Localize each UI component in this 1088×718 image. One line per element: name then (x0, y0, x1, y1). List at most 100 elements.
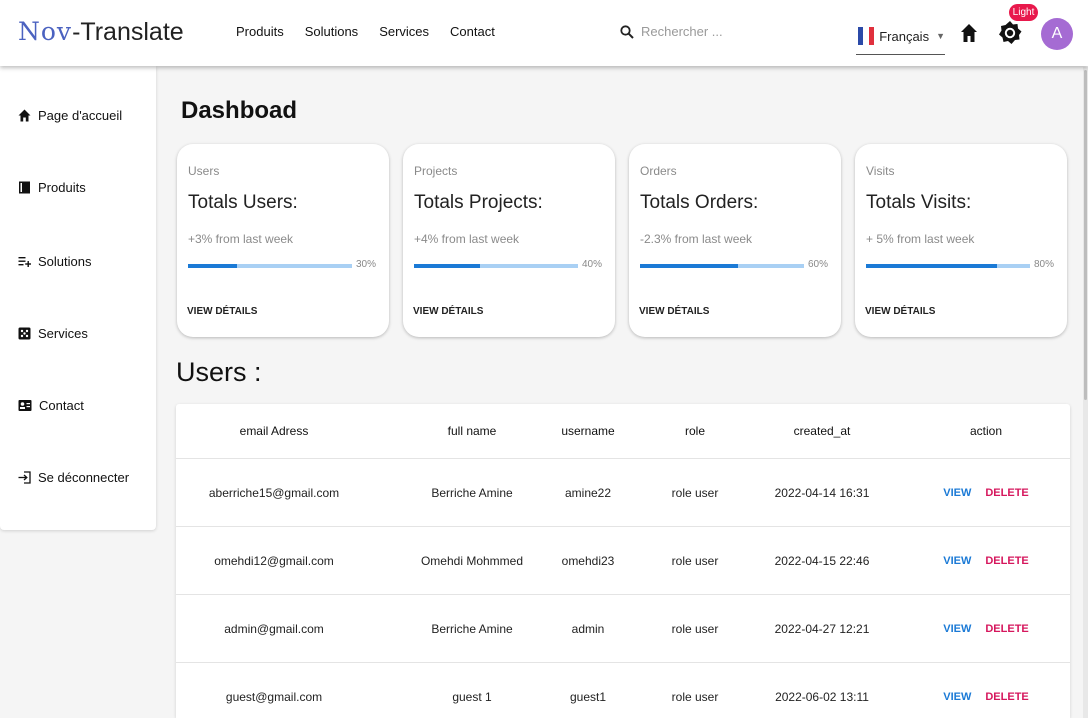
card-title: Totals Orders: (640, 192, 759, 213)
sidebar-item-label: Solutions (38, 254, 92, 269)
progress-fill (640, 264, 739, 268)
cell-role: role user (671, 485, 719, 500)
cell-email: omehdi12@gmail.com (214, 553, 334, 568)
cell-email: guest@gmail.com (225, 690, 323, 704)
column-header-role: role (684, 424, 705, 438)
card-title: Totals Users: (188, 192, 298, 213)
app-logo[interactable]: Nov-Translate (18, 16, 184, 48)
home-icon (18, 109, 31, 122)
view-details-button[interactable]: VIEW DÉTAILS (639, 306, 709, 317)
progress-percent: 40% (581, 259, 602, 270)
nav-link-produits[interactable]: Produits (236, 24, 284, 39)
users-table: email Adress full name username role cre… (176, 404, 1070, 718)
scrollbar-thumb[interactable] (1084, 70, 1087, 400)
delete-button[interactable]: DELETE (985, 487, 1028, 499)
page-title: Dashboad (181, 97, 298, 124)
search-bar (620, 24, 801, 39)
progress-fill (414, 264, 480, 268)
sidebar-item-label: Page d'accueil (38, 108, 123, 123)
table-row: omehdi12@gmail.com Omehdi Mohmmed omehdi… (176, 527, 1070, 595)
top-nav: Produits Solutions Services Contact (236, 24, 495, 39)
progress-bar (414, 264, 578, 268)
card-title: Totals Visits: (866, 192, 972, 213)
cell-created-at: 2022-06-02 13:11 (775, 690, 869, 704)
delete-button[interactable]: DELETE (985, 623, 1028, 635)
france-flag-icon (858, 27, 875, 45)
search-input[interactable] (641, 24, 801, 39)
stat-card-users: Users Totals Users: +3% from last week 3… (177, 144, 389, 337)
sidebar-item-accueil[interactable]: Page d'accueil (18, 108, 122, 123)
view-details-button[interactable]: VIEW DÉTAILS (187, 306, 257, 317)
cell-role: role user (671, 553, 719, 568)
playlist-add-icon (18, 257, 31, 267)
card-label: Orders (640, 164, 677, 178)
book-icon (19, 181, 30, 194)
logo-text-translate: -Translate (72, 18, 184, 46)
language-select[interactable]: Français ▼ (856, 18, 945, 55)
cell-created-at: 2022-04-14 16:31 (774, 485, 870, 500)
cell-username: amine22 (564, 485, 612, 500)
sidebar-item-label: Produits (38, 180, 86, 195)
cell-username: admin (571, 621, 605, 636)
search-icon[interactable] (620, 24, 634, 39)
cell-created-at: 2022-04-27 12:21 (774, 621, 870, 636)
cell-username: guest1 (569, 690, 607, 704)
delete-button[interactable]: DELETE (985, 555, 1028, 567)
nav-link-solutions[interactable]: Solutions (305, 24, 358, 39)
brightness-icon[interactable] (998, 20, 1022, 46)
cell-role: role user (671, 621, 719, 636)
sidebar-item-contact[interactable]: Contact (18, 398, 84, 413)
cell-email: admin@gmail.com (224, 621, 324, 636)
card-title: Totals Projects: (414, 192, 543, 213)
view-button[interactable]: VIEW (943, 691, 971, 703)
sidebar-item-produits[interactable]: Produits (18, 180, 86, 195)
column-header-created-at: created_at (793, 424, 851, 438)
top-app-bar: Nov-Translate Produits Solutions Service… (0, 0, 1088, 66)
card-subtitle: -2.3% from last week (640, 232, 753, 246)
cell-actions: VIEW DELETE (936, 527, 1036, 594)
sidebar-item-label: Services (38, 326, 88, 341)
view-button[interactable]: VIEW (943, 487, 971, 499)
card-subtitle: +4% from last week (414, 232, 520, 246)
sidebar-item-services[interactable]: Services (18, 326, 88, 341)
progress-percent: 60% (807, 259, 828, 270)
cell-actions: VIEW DELETE (936, 595, 1036, 662)
card-label: Users (188, 164, 220, 178)
dice-icon (18, 327, 31, 340)
progress-bar (188, 264, 352, 268)
progress-percent: 30% (355, 259, 376, 270)
view-details-button[interactable]: VIEW DÉTAILS (413, 306, 483, 317)
card-subtitle: +3% from last week (188, 232, 294, 246)
sidebar-item-label: Contact (39, 398, 84, 413)
table-row: aberriche15@gmail.com Berriche Amine ami… (176, 459, 1070, 527)
home-icon[interactable] (960, 23, 978, 43)
stat-card-orders: Orders Totals Orders: -2.3% from last we… (629, 144, 841, 337)
nav-link-contact[interactable]: Contact (450, 24, 495, 39)
column-header-action: action (969, 424, 1003, 438)
users-section-title: Users : (176, 357, 262, 387)
sidebar: Page d'accueil Produits Solutions Servic… (0, 66, 156, 530)
avatar[interactable]: A (1041, 18, 1073, 50)
view-button[interactable]: VIEW (943, 555, 971, 567)
view-button[interactable]: VIEW (943, 623, 971, 635)
cell-email: aberriche15@gmail.com (208, 485, 340, 500)
table-header-row: email Adress full name username role cre… (176, 404, 1070, 459)
nav-link-services[interactable]: Services (379, 24, 429, 39)
column-header-username: username (561, 424, 615, 438)
stat-card-visits: Visits Totals Visits: + 5% from last wee… (855, 144, 1067, 337)
table-row: guest@gmail.com guest 1 guest1 role user… (176, 663, 1070, 718)
progress-bar (866, 264, 1030, 268)
sidebar-item-solutions[interactable]: Solutions (18, 254, 91, 269)
card-label: Projects (414, 164, 458, 178)
sidebar-item-deconnecter[interactable]: Se déconnecter (18, 470, 129, 485)
delete-button[interactable]: DELETE (985, 691, 1028, 703)
cell-role: role user (671, 690, 719, 704)
view-details-button[interactable]: VIEW DÉTAILS (865, 306, 935, 317)
logo-text-nov: Nov (18, 17, 73, 46)
logout-icon (18, 471, 31, 484)
sidebar-item-label: Se déconnecter (38, 470, 130, 485)
progress-bar (640, 264, 804, 268)
cell-created-at: 2022-04-15 22:46 (774, 553, 870, 568)
contact-card-icon (18, 400, 32, 411)
language-label: Français (879, 28, 930, 44)
